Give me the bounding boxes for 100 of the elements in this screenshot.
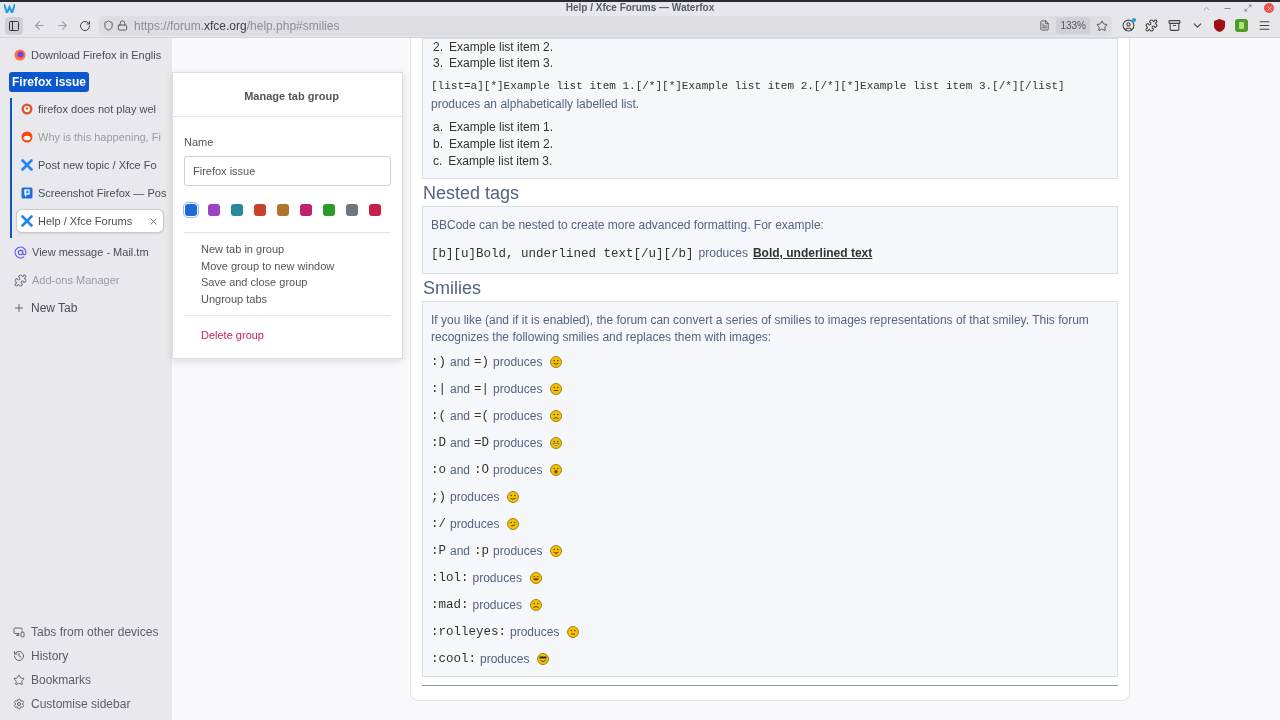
color-swatch[interactable] — [346, 204, 358, 216]
forward-icon[interactable] — [56, 19, 69, 32]
color-swatch[interactable] — [300, 204, 312, 216]
new-tab-button[interactable]: New Tab — [10, 297, 172, 319]
sidebar-tab[interactable]: firefox does not play wel — [17, 98, 160, 120]
tab-group-label[interactable]: Firefox issue — [9, 72, 90, 92]
lock-icon[interactable] — [117, 20, 128, 31]
color-swatch[interactable] — [185, 204, 197, 216]
extensions-icon[interactable] — [1145, 19, 1158, 32]
smiley-label: and — [450, 543, 471, 561]
smiley-icon — [550, 545, 563, 558]
menu-item[interactable]: Save and close group — [201, 276, 374, 290]
smiley-label: produces — [472, 597, 522, 615]
url-text: https://forum.xfce.org/help.php#smilies — [134, 17, 340, 35]
smiley-icon — [550, 464, 563, 477]
smiley-code: :| — [431, 380, 446, 398]
smiley-label: produces — [472, 570, 522, 588]
list-item: Example list item 1. — [449, 119, 554, 136]
smiley-label: and — [450, 462, 471, 480]
list-marker: a. — [433, 119, 443, 136]
star-icon — [13, 673, 25, 686]
smiley-icon — [550, 410, 563, 423]
shield-blocker-icon[interactable] — [1214, 19, 1225, 32]
smiley-label: and — [450, 354, 471, 372]
paragraph: produces an alphabetically labelled list. — [431, 96, 641, 113]
menu-item[interactable]: New tab in group — [201, 243, 374, 257]
smiley-label: produces — [510, 624, 560, 642]
reload-icon[interactable] — [79, 19, 91, 32]
name-field[interactable]: Firefox issue — [184, 156, 391, 186]
paragraph: BBCode can be nested to create more advanced formatting. For example: — [431, 217, 825, 234]
x-mark-icon — [21, 215, 33, 227]
smiley-label: produces — [493, 354, 543, 372]
settings-icon — [13, 697, 25, 710]
zoom-button[interactable]: 133% — [1056, 17, 1090, 34]
sidebar-tab[interactable]: Screenshot Firefox — Pos — [17, 182, 171, 204]
list-item: Example list item 2. — [449, 39, 554, 55]
smiley-icon — [550, 383, 563, 396]
account-icon[interactable] — [1122, 19, 1135, 32]
color-swatch[interactable] — [277, 204, 289, 216]
sidebar-footer-item[interactable]: Customise sidebar — [10, 695, 172, 712]
smiley-code: :rolleyes: — [431, 623, 506, 641]
color-swatch[interactable] — [369, 204, 381, 216]
result-text: Bold, underlined text — [752, 245, 873, 262]
plus-icon — [13, 302, 25, 314]
color-swatch[interactable] — [254, 204, 266, 216]
smiley-icon — [507, 518, 520, 531]
menu-icon[interactable] — [1258, 19, 1271, 32]
sidebar-tab[interactable]: View message - Mail.tm — [10, 241, 153, 263]
back-icon[interactable] — [33, 19, 46, 32]
clock-icon — [13, 649, 25, 662]
smiley-label: and — [450, 435, 471, 453]
smiley-label: produces — [480, 651, 530, 669]
delete-group-item[interactable]: Delete group — [173, 316, 402, 358]
smiley-label: produces — [493, 435, 543, 453]
panel-title: Manage tab group — [243, 89, 340, 104]
menu-item[interactable]: Move group to new window — [201, 259, 374, 273]
smiley-label: produces — [493, 408, 543, 426]
smiley-code: :D — [431, 434, 446, 452]
address-bar[interactable]: https://forum.xfce.org/help.php#smilies 133% — [99, 15, 1112, 36]
sidebar-icon — [8, 19, 20, 32]
color-swatch[interactable] — [208, 204, 220, 216]
sidebar-tab[interactable]: Post new topic / Xfce Fo — [17, 154, 161, 176]
shield-icon[interactable] — [103, 20, 114, 31]
reader-view-icon[interactable] — [1039, 20, 1051, 31]
app-logo-icon — [4, 3, 15, 13]
smiley-code: :lol: — [431, 569, 469, 587]
list-item: Example list item 3. — [449, 55, 554, 71]
close-button[interactable] — [1264, 3, 1274, 13]
bookmark-star-icon[interactable] — [1096, 19, 1108, 32]
sidebar-tab[interactable]: Help / Xfce Forums — [17, 210, 163, 232]
tray-icon[interactable] — [1168, 19, 1181, 32]
list-marker: c. — [433, 153, 443, 170]
smiley-icon — [567, 626, 580, 639]
sidebar-toggle-button[interactable] — [5, 16, 23, 35]
smiley-label: and — [450, 381, 471, 399]
menu-item[interactable]: Ungroup tabs — [201, 292, 374, 306]
sidebar-footer-item[interactable]: Bookmarks — [10, 671, 172, 688]
devices-icon — [13, 625, 25, 638]
puzzle-icon — [14, 273, 27, 287]
smiley-code: ;) — [431, 488, 446, 506]
smiley-code: :cool: — [431, 650, 476, 668]
sidebar-footer-item[interactable]: Tabs from other devices — [10, 623, 172, 640]
smiley-code: :mad: — [431, 596, 469, 614]
smiley-icon — [550, 437, 563, 450]
smiley-code: :p — [474, 542, 490, 560]
smiley-icon — [537, 653, 550, 666]
maximize-icon[interactable] — [1244, 4, 1252, 12]
close-icon[interactable] — [148, 215, 159, 227]
sidebar-footer-item[interactable]: History — [10, 647, 172, 664]
smiley-code: :o — [431, 461, 446, 479]
smiley-label: produces — [450, 516, 500, 534]
list-marker: 3. — [433, 55, 443, 71]
smiley-code: =| — [474, 380, 490, 398]
smiley-label: produces — [493, 381, 543, 399]
color-swatch[interactable] — [323, 204, 335, 216]
sidebar-tab[interactable]: Download Firefox in Englis — [10, 44, 166, 66]
smiley-icon — [529, 599, 542, 612]
smiley-code: :) — [431, 353, 446, 371]
color-swatch[interactable] — [231, 204, 243, 216]
extension-icon[interactable] — [1235, 19, 1248, 32]
